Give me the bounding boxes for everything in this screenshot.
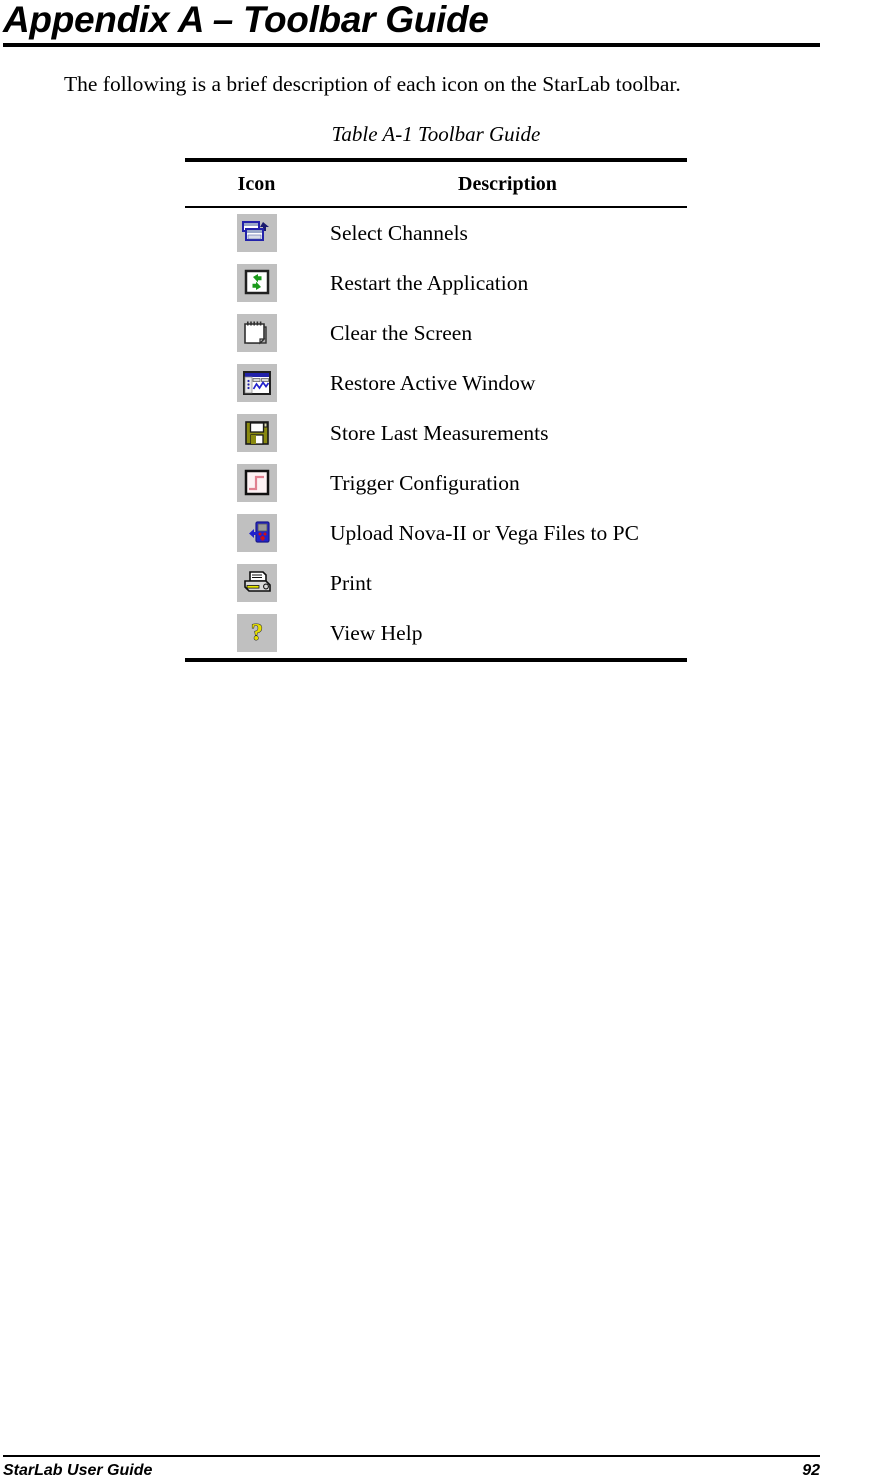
column-header-description: Description <box>458 172 557 195</box>
table-row: Store Last Measurements <box>185 408 687 458</box>
table-row: Upload Nova-II or Vega Files to PC <box>185 508 687 558</box>
row-description: View Help <box>330 621 423 645</box>
table-header-row: Icon Description <box>185 162 687 206</box>
trigger-configuration-icon <box>236 464 277 502</box>
restart-application-icon <box>236 264 277 302</box>
table-row: Restore Active Window <box>185 358 687 408</box>
icon-cell <box>185 214 328 252</box>
svg-text:?: ? <box>251 620 263 646</box>
row-description: Restart the Application <box>330 271 529 295</box>
table-row: ? View Help <box>185 608 687 658</box>
icon-cell <box>185 364 328 402</box>
table-row: Clear the Screen <box>185 308 687 358</box>
clear-screen-icon <box>236 314 277 352</box>
row-description: Store Last Measurements <box>330 421 549 445</box>
print-icon <box>236 564 277 602</box>
row-description: Restore Active Window <box>330 371 536 395</box>
table-row: Select Channels <box>185 208 687 258</box>
table-caption: Table A-1 Toolbar Guide <box>331 122 541 146</box>
row-description: Print <box>330 571 372 595</box>
icon-cell <box>185 414 328 452</box>
row-description: Select Channels <box>330 221 468 245</box>
restore-active-window-icon <box>236 364 277 402</box>
table-row: Print <box>185 558 687 608</box>
view-help-icon: ? <box>236 614 277 652</box>
table-bottom-border <box>185 658 687 662</box>
icon-cell <box>185 264 328 302</box>
footer-guide-name: StarLab User Guide <box>3 1462 153 1478</box>
row-description: Clear the Screen <box>330 321 473 345</box>
footer-page-number: 92 <box>802 1462 820 1478</box>
table-row: Restart the Application <box>185 258 687 308</box>
toolbar-guide-table: Icon Description Select Channels Restart… <box>185 158 687 662</box>
footer-divider <box>3 1455 820 1457</box>
title-divider <box>3 43 820 47</box>
icon-cell <box>185 514 328 552</box>
document-page: Appendix A – Toolbar Guide The following… <box>0 0 873 1478</box>
icon-cell <box>185 314 328 352</box>
icon-cell <box>185 564 328 602</box>
store-last-measurements-icon <box>236 414 277 452</box>
select-channels-icon <box>236 214 277 252</box>
page-title: Appendix A – Toolbar Guide <box>3 0 489 40</box>
icon-cell: ? <box>185 614 328 652</box>
upload-files-to-pc-icon <box>236 514 277 552</box>
row-description: Trigger Configuration <box>330 471 520 495</box>
icon-cell <box>185 464 328 502</box>
column-header-icon: Icon <box>237 172 276 195</box>
table-row: Trigger Configuration <box>185 458 687 508</box>
row-description: Upload Nova-II or Vega Files to PC <box>330 521 639 545</box>
intro-paragraph: The following is a brief description of … <box>64 72 681 96</box>
